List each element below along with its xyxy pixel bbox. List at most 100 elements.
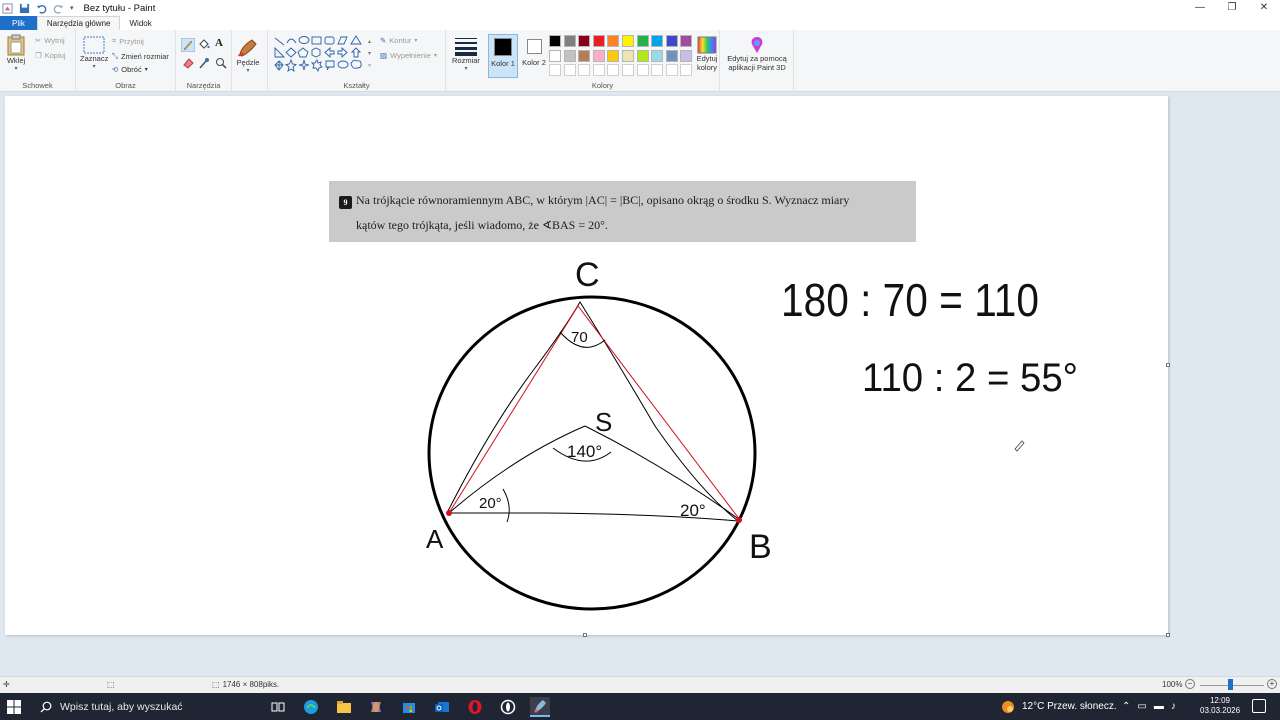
edit-colors-button[interactable]: Edytuj kolory [692,36,722,72]
color-swatch[interactable] [665,64,678,76]
fill-bucket-icon[interactable] [198,38,210,50]
network-icon[interactable]: ▬ [1154,701,1164,712]
crosshair-icon: ✛ [3,680,10,689]
color-swatch[interactable] [592,49,605,62]
tray-expand-icon[interactable]: ⌃ [1122,701,1130,712]
color-swatch[interactable] [549,35,561,47]
color-swatch[interactable] [651,35,664,47]
color-swatch[interactable] [549,49,561,62]
select-button[interactable]: Zaznacz ▾ [80,36,108,72]
canvas-resize-handle-right[interactable] [1166,363,1170,367]
file-explorer-icon[interactable] [334,697,354,717]
paint3d-button[interactable]: Edytuj za pomocą aplikacji Paint 3D [724,36,790,72]
line-a-to-s [448,425,586,514]
color-picker-icon[interactable] [198,57,210,69]
store-icon[interactable] [399,697,419,717]
brushes-button[interactable]: Pędzle ▾ [236,36,260,76]
color1-button[interactable]: Kolor 1 [488,34,518,78]
text-tool-icon[interactable]: A [215,37,223,49]
color-swatch[interactable] [607,35,620,47]
rotate-button[interactable]: ⟲ Obróć ▾ [112,65,148,74]
shapes-scroll[interactable]: ▴ ▾ ▿ [368,36,374,72]
canvas-area[interactable]: 9 Na trójkącie równoramiennym ABC, w któ… [0,93,1280,675]
group-clipboard: Wklej ▾ ✂ Wytnij ❐ Kopiuj Schowek [0,30,76,92]
magnifier-icon[interactable] [215,57,227,69]
eraser-icon[interactable] [182,57,194,69]
outline-button[interactable]: ✎ Kontur ▾ [380,36,417,45]
color-swatch[interactable] [622,35,634,47]
maximize-button[interactable]: ❐ [1216,0,1248,14]
color-swatch[interactable] [636,49,649,62]
color-swatch[interactable] [636,64,649,76]
paste-button[interactable]: Wklej ▾ [6,34,26,74]
color-swatch[interactable] [592,35,605,47]
taskbar-weather[interactable]: 12°C Przew. słonecz. [1000,693,1117,720]
paint-app-icon [2,2,13,14]
undo-icon[interactable] [36,3,47,14]
save-icon[interactable] [19,3,30,14]
resize-button[interactable]: ⤡ Zmień rozmiar [112,51,169,61]
notification-icon[interactable] [1252,699,1266,713]
color-swatch[interactable] [578,35,591,47]
color-swatch[interactable] [622,64,634,76]
tab-home[interactable]: Narzędzia główne [36,16,121,30]
opera-icon[interactable] [465,697,485,717]
color-swatch[interactable] [578,49,591,62]
weather-text: 12°C Przew. słonecz. [1022,701,1117,712]
paint-taskbar-icon[interactable] [530,697,550,717]
select-dropdown-icon: ▾ [92,64,96,70]
color-swatch[interactable] [578,64,591,76]
crop-button[interactable]: ⌗ Przytnij [112,36,144,46]
color-swatch[interactable] [622,49,634,62]
group-label-tools: Narzędzia [186,81,221,90]
qat-customize-icon[interactable]: ▾ [70,4,74,12]
color-swatch[interactable] [563,64,576,76]
color-swatch[interactable] [665,49,678,62]
zoom-in-button[interactable]: + [1267,679,1277,689]
color-swatch[interactable] [665,35,678,47]
drawing-canvas[interactable]: 9 Na trójkącie równoramiennym ABC, w któ… [5,96,1168,635]
line-s-to-b [584,425,741,521]
cut-button[interactable]: ✂ Wytnij [35,36,65,45]
color-swatch[interactable] [680,49,693,62]
size-button[interactable]: Rozmiar ▾ [452,36,480,74]
pencil-icon[interactable] [181,38,195,52]
ribbon-tabs: Plik Narzędzia główne Widok [0,16,1280,30]
tab-view[interactable]: Widok [120,16,160,30]
zoom-slider-thumb[interactable] [1228,679,1233,690]
color-swatch[interactable] [636,35,649,47]
close-button[interactable]: ✕ [1248,0,1280,14]
color2-button[interactable]: Kolor 2 [520,34,548,78]
taskbar-clock[interactable]: 12:09 03.03.2026 [1200,696,1240,716]
copilot-icon[interactable] [366,697,386,717]
color-swatch[interactable] [651,49,664,62]
taskbar-search[interactable]: Wpisz tutaj, aby wyszukać [36,693,258,720]
minimize-button[interactable]: — [1184,0,1216,14]
tray-device-icon[interactable]: ▭ [1137,701,1146,712]
outlook-icon[interactable] [432,697,452,717]
fill-button[interactable]: ▨ Wypełnienie ▾ [380,51,437,60]
zoom-out-button[interactable]: − [1185,679,1195,689]
task-view-icon[interactable] [268,697,288,717]
redo-icon[interactable] [53,3,64,14]
color-swatch[interactable] [607,49,620,62]
color-swatch[interactable] [563,49,576,62]
crop-icon: ⌗ [112,36,117,45]
color-swatch[interactable] [651,64,664,76]
color-swatch[interactable] [607,64,620,76]
color-swatch[interactable] [563,35,576,47]
canvas-resize-handle-corner[interactable] [1166,633,1170,637]
windows-start-icon[interactable] [6,699,22,715]
color-swatch[interactable] [680,35,693,47]
volume-icon[interactable]: ♪ [1171,701,1176,712]
canvas-resize-handle-bottom[interactable] [583,633,587,637]
shapes-gallery-icon[interactable] [274,35,374,75]
edit-colors-label: Edytuj kolory [696,54,718,72]
tab-file[interactable]: Plik [0,16,37,30]
copy-button[interactable]: ❐ Kopiuj [35,51,66,60]
edge-icon[interactable] [301,697,321,717]
color-swatch[interactable] [680,64,693,76]
color-swatch[interactable] [549,64,561,76]
color-swatch[interactable] [592,64,605,76]
opera-gx-icon[interactable] [498,697,518,717]
